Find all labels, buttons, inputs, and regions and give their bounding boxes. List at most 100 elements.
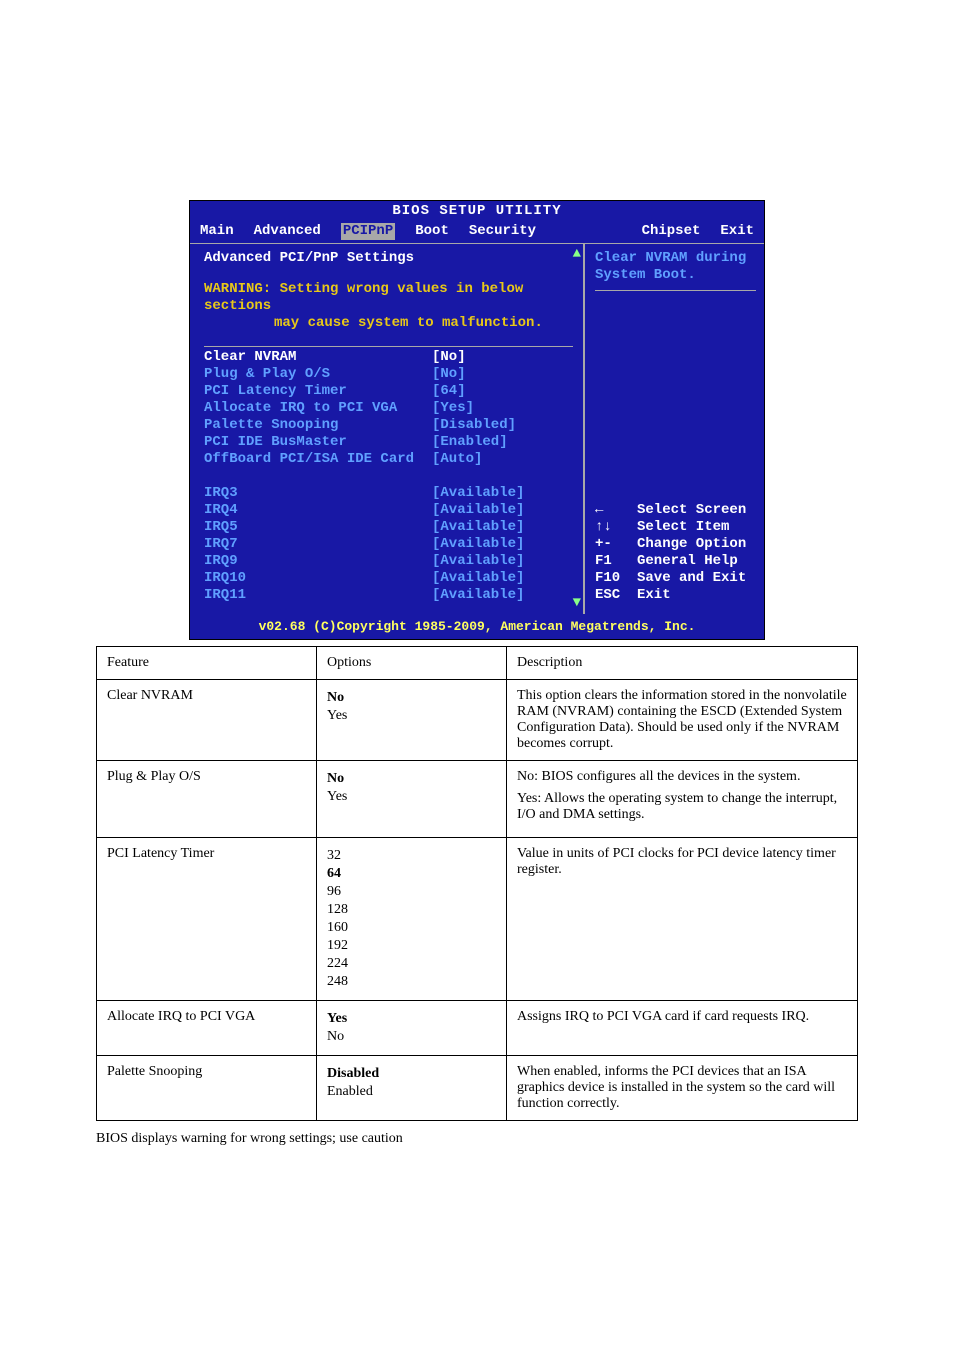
bios-item-label: PCI Latency Timer: [204, 383, 432, 400]
bios-item-row[interactable]: Palette Snooping[Disabled]: [204, 417, 573, 434]
bios-item-value[interactable]: [Enabled]: [432, 434, 508, 451]
help-key-row: ↑↓Select Item: [595, 519, 756, 536]
bios-item-value[interactable]: [Available]: [432, 502, 524, 519]
cell-feature: PCI Latency Timer: [97, 838, 317, 1001]
bios-irq-row[interactable]: IRQ10[Available]: [204, 570, 573, 587]
bios-item-value[interactable]: [Available]: [432, 587, 524, 604]
cell-desc: Value in units of PCI clocks for PCI dev…: [507, 838, 858, 1001]
cell-options: NoYes: [317, 680, 507, 761]
th-options: Options: [317, 647, 507, 680]
menu-main[interactable]: Main: [200, 223, 234, 240]
bios-irq-row[interactable]: IRQ9[Available]: [204, 553, 573, 570]
doc-table: Feature Options Description Clear NVRAMN…: [96, 646, 858, 1121]
bios-item-row[interactable]: Clear NVRAM[No]: [204, 349, 573, 366]
bios-item-row[interactable]: OffBoard PCI/ISA IDE Card[Auto]: [204, 451, 573, 468]
bios-item-row[interactable]: PCI Latency Timer[64]: [204, 383, 573, 400]
cell-options: 326496128160192224248: [317, 838, 507, 1001]
warning-line1: WARNING: Setting wrong values in below s…: [204, 281, 573, 315]
bios-item-row[interactable]: Allocate IRQ to PCI VGA[Yes]: [204, 400, 573, 417]
bios-irq-row[interactable]: IRQ11[Available]: [204, 587, 573, 604]
help-key: ESC: [595, 587, 637, 604]
table-row: Allocate IRQ to PCI VGAYesNoAssigns IRQ …: [97, 1001, 858, 1056]
th-desc: Description: [507, 647, 858, 680]
bios-irq-row[interactable]: IRQ7[Available]: [204, 536, 573, 553]
option-value: No: [327, 1029, 496, 1045]
bios-item-value[interactable]: [Available]: [432, 519, 524, 536]
help-key-desc: Change Option: [637, 536, 746, 553]
bios-item-value[interactable]: [Disabled]: [432, 417, 516, 434]
scroll-down-icon[interactable]: ▼: [573, 595, 581, 612]
bios-footer: v02.68 (C)Copyright 1985-2009, American …: [190, 614, 764, 639]
option-value: No: [327, 771, 496, 787]
help-key: ↑↓: [595, 519, 637, 536]
bios-item-label: Clear NVRAM: [204, 349, 432, 366]
table-row: Palette Snooping Disabled Enabled When enab…: [97, 1056, 858, 1121]
bios-item-label: Allocate IRQ to PCI VGA: [204, 400, 432, 417]
menu-security[interactable]: Security: [469, 223, 536, 240]
option-value: Yes: [327, 789, 496, 805]
bios-irq-row[interactable]: IRQ3[Available]: [204, 485, 573, 502]
cell-options: Yes No: [317, 1001, 507, 1056]
bios-item-row[interactable]: PCI IDE BusMaster[Enabled]: [204, 434, 573, 451]
bios-title: BIOS SETUP UTILITY: [190, 201, 764, 222]
cell-feature: Plug & Play O/S: [97, 761, 317, 838]
bios-item-value[interactable]: [Available]: [432, 570, 524, 587]
help-keys: ←Select Screen↑↓Select Item+-Change Opti…: [595, 502, 756, 604]
bios-item-label: IRQ4: [204, 502, 432, 519]
bios-item-label: Plug & Play O/S: [204, 366, 432, 383]
bios-irq-row[interactable]: IRQ5[Available]: [204, 519, 573, 536]
help-text: Clear NVRAM during System Boot.: [595, 250, 756, 291]
menu-boot[interactable]: Boot: [415, 223, 449, 240]
bios-item-value[interactable]: [No]: [432, 366, 466, 383]
help-key: +-: [595, 536, 637, 553]
bios-item-label: IRQ9: [204, 553, 432, 570]
menu-advanced[interactable]: Advanced: [254, 223, 321, 240]
option-value: 128: [327, 902, 496, 918]
help-key: F1: [595, 553, 637, 570]
option-value: Disabled: [327, 1066, 496, 1082]
scroll-up-icon[interactable]: ▲: [573, 246, 581, 263]
help-key-row: ESCExit: [595, 587, 756, 604]
option-value: 224: [327, 956, 496, 972]
cell-desc: This option clears the information store…: [507, 680, 858, 761]
option-value: Enabled: [327, 1084, 496, 1100]
option-value: 192: [327, 938, 496, 954]
bios-irq-row[interactable]: IRQ4[Available]: [204, 502, 573, 519]
menu-exit[interactable]: Exit: [720, 223, 754, 240]
help-key: ←: [595, 502, 637, 519]
option-value: 248: [327, 974, 496, 990]
bios-item-value[interactable]: [Available]: [432, 536, 524, 553]
help-key-row: ←Select Screen: [595, 502, 756, 519]
doc-note: BIOS displays warning for wrong settings…: [96, 1131, 954, 1147]
bios-item-value[interactable]: [64]: [432, 383, 466, 400]
menu-pcipnp[interactable]: PCIPnP: [341, 223, 395, 240]
bios-item-label: IRQ7: [204, 536, 432, 553]
bios-item-label: PCI IDE BusMaster: [204, 434, 432, 451]
bios-help-panel: Clear NVRAM during System Boot. ←Select …: [584, 243, 764, 614]
cell-feature: Clear NVRAM: [97, 680, 317, 761]
help-key: F10: [595, 570, 637, 587]
bios-item-label: OffBoard PCI/ISA IDE Card: [204, 451, 432, 468]
bios-item-value[interactable]: [Available]: [432, 553, 524, 570]
option-value: 160: [327, 920, 496, 936]
th-feature: Feature: [97, 647, 317, 680]
cell-feature: Palette Snooping: [97, 1056, 317, 1121]
bios-warning: WARNING: Setting wrong values in below s…: [204, 281, 573, 332]
help-key-desc: Exit: [637, 587, 671, 604]
bios-item-label: IRQ3: [204, 485, 432, 502]
cell-desc: Assigns IRQ to PCI VGA card if card requ…: [507, 1001, 858, 1056]
bios-item-value[interactable]: [Available]: [432, 485, 524, 502]
bios-item-value[interactable]: [Yes]: [432, 400, 474, 417]
help-key-desc: Select Screen: [637, 502, 746, 519]
table-row: Clear NVRAMNoYesThis option clears the i…: [97, 680, 858, 761]
bios-item-value[interactable]: [Auto]: [432, 451, 482, 468]
option-value: 64: [327, 866, 496, 882]
bios-item-value[interactable]: [No]: [432, 349, 466, 366]
cell-desc: When enabled, informs the PCI devices th…: [507, 1056, 858, 1121]
option-value: Yes: [327, 1011, 496, 1027]
bios-item-label: IRQ11: [204, 587, 432, 604]
menu-chipset[interactable]: Chipset: [642, 223, 701, 240]
bios-menu-bar: Main Advanced PCIPnP Boot Security Chips…: [190, 222, 764, 243]
help-key-desc: General Help: [637, 553, 738, 570]
bios-item-row[interactable]: Plug & Play O/S[No]: [204, 366, 573, 383]
